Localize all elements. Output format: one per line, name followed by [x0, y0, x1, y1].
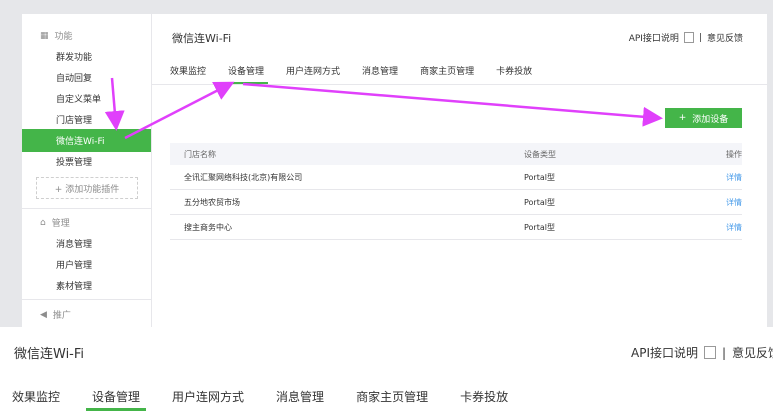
tab-monitor[interactable]: 效果监控 [12, 388, 60, 411]
top-screenshot: ▦ 功能 群发功能 自动回复 自定义菜单 门店管理 微信连Wi-Fi 投票管理 … [0, 0, 773, 327]
tab-user-connect[interactable]: 用户连网方式 [172, 388, 244, 411]
tab-bar-zoom: 效果监控 设备管理 用户连网方式 消息管理 商家主页管理 卡券投放 [12, 388, 540, 411]
annotation-arrows [104, 77, 663, 140]
document-icon [704, 346, 716, 359]
arrow-to-tab [124, 81, 235, 140]
arrow-to-sidebar [104, 77, 125, 131]
tab-merchant-home[interactable]: 商家主页管理 [356, 388, 428, 411]
header-links-zoom: API接口说明 | 意见反馈 [631, 344, 773, 361]
bottom-zoom-screenshot: 微信连Wi-Fi API接口说明 | 意见反馈 效果监控 设备管理 用户连网方式… [0, 327, 773, 411]
page-title-zoom: 微信连Wi-Fi [14, 347, 85, 362]
tab-coupon[interactable]: 卡券投放 [460, 388, 508, 411]
arrow-to-add-button [242, 82, 663, 127]
api-doc-link[interactable]: API接口说明 [631, 344, 698, 361]
feedback-link[interactable]: 意见反馈 [732, 344, 773, 361]
separator: | [722, 345, 727, 360]
tab-device-manage[interactable]: 设备管理 [86, 388, 147, 411]
tab-message-manage[interactable]: 消息管理 [276, 388, 324, 411]
